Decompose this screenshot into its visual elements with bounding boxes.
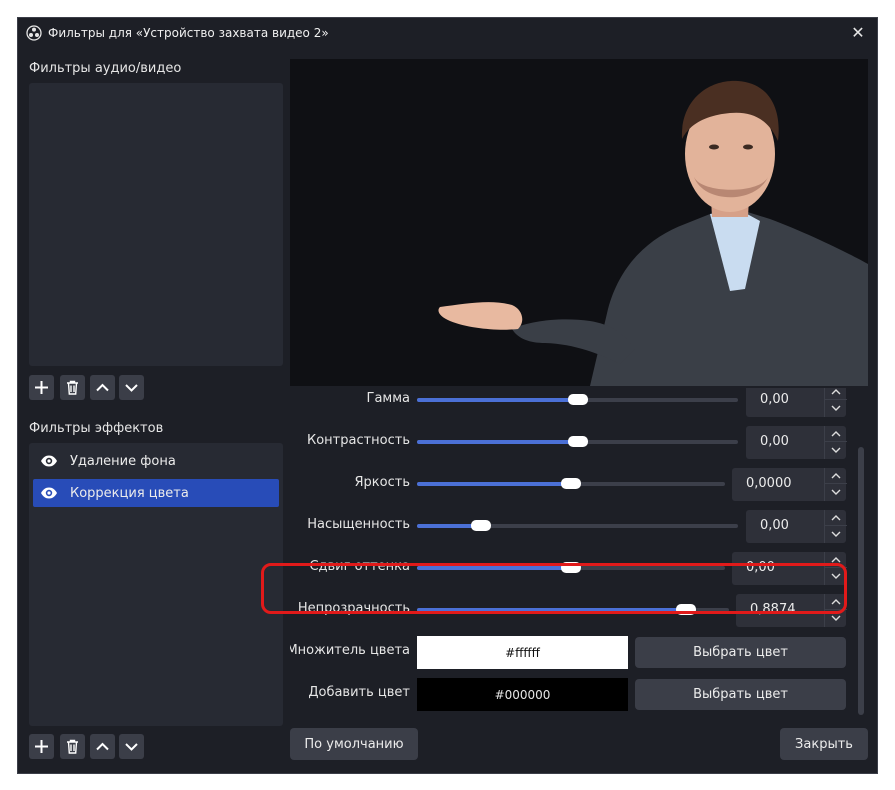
defaults-button[interactable]: По умолчанию <box>290 728 418 760</box>
decrement-button[interactable] <box>825 442 847 458</box>
hue-shift-slider[interactable] <box>417 558 725 576</box>
decrement-button[interactable] <box>825 610 847 626</box>
saturation-label: Насыщенность <box>307 517 410 532</box>
chevron-up-icon <box>831 515 841 521</box>
hue-shift-spinbox[interactable]: 0,00 <box>732 552 847 585</box>
chevron-down-icon <box>831 573 841 579</box>
window-title: Фильтры для «Устройство захвата видео 2» <box>48 26 329 40</box>
brightness-spinbox[interactable]: 0,0000 <box>732 468 847 501</box>
audio-video-filters-list[interactable] <box>29 83 283 366</box>
brightness-value[interactable]: 0,0000 <box>746 476 792 491</box>
saturation-slider[interactable] <box>417 516 738 534</box>
obs-logo-icon <box>26 25 42 41</box>
decrement-button[interactable] <box>825 526 847 542</box>
hue-shift-value[interactable]: 0,00 <box>746 560 775 575</box>
increment-button[interactable] <box>825 594 847 610</box>
gamma-value[interactable]: 0,00 <box>760 392 789 407</box>
hue-shift-label: Сдвиг оттенка <box>309 559 410 574</box>
add-audio-filter-button[interactable] <box>29 375 54 400</box>
properties-panel: Гамма Контрастность Яркость Насыщенность… <box>290 388 860 723</box>
chevron-up-icon <box>831 557 841 563</box>
chevron-down-icon <box>831 489 841 495</box>
remove-effect-filter-button[interactable] <box>60 734 85 759</box>
chevron-down-icon <box>125 743 138 751</box>
close-icon[interactable]: ✕ <box>847 22 869 44</box>
chevron-up-icon <box>831 599 841 605</box>
chevron-down-icon <box>831 405 841 411</box>
move-audio-filter-down-button[interactable] <box>119 375 144 400</box>
effect-filters-label: Фильтры эффектов <box>29 421 164 436</box>
trash-icon <box>67 380 78 395</box>
increment-button[interactable] <box>825 510 847 526</box>
chevron-down-icon <box>125 384 138 392</box>
slider-handle[interactable] <box>471 520 491 531</box>
color-multiplier-swatch: #ffffff <box>417 636 628 669</box>
color-multiplier-label: Множитель цвета <box>290 643 410 658</box>
properties-scrollbar[interactable] <box>857 394 865 716</box>
slider-handle[interactable] <box>561 478 581 489</box>
add-color-label: Добавить цвет <box>308 685 410 700</box>
slider-handle[interactable] <box>568 394 588 405</box>
audio-video-filters-label: Фильтры аудио/видео <box>29 61 182 76</box>
chevron-up-icon <box>831 389 841 395</box>
increment-button[interactable] <box>825 388 847 400</box>
remove-audio-filter-button[interactable] <box>60 375 85 400</box>
opacity-value[interactable]: 0,8874 <box>750 602 796 617</box>
chevron-down-icon <box>831 447 841 453</box>
chevron-up-icon <box>96 742 109 751</box>
title-bar: Фильтры для «Устройство захвата видео 2»… <box>18 18 877 49</box>
slider-handle[interactable] <box>676 604 696 615</box>
brightness-label: Яркость <box>354 475 410 490</box>
effect-filter-item-background-removal[interactable]: Удаление фона <box>33 447 279 475</box>
choose-multiplier-color-button[interactable]: Выбрать цвет <box>635 637 846 668</box>
contrast-spinbox[interactable]: 0,00 <box>746 426 847 459</box>
gamma-label: Гамма <box>366 391 410 406</box>
effect-filter-item-color-correction[interactable]: Коррекция цвета <box>33 479 279 507</box>
decrement-button[interactable] <box>825 400 847 416</box>
effect-filters-list: Удаление фона Коррекция цвета <box>29 443 283 726</box>
move-effect-filter-down-button[interactable] <box>119 734 144 759</box>
decrement-button[interactable] <box>825 568 847 584</box>
add-effect-filter-button[interactable] <box>29 734 54 759</box>
opacity-spinbox[interactable]: 0,8874 <box>736 594 847 627</box>
filters-window: Фильтры для «Устройство захвата видео 2»… <box>17 17 878 774</box>
increment-button[interactable] <box>825 552 847 568</box>
slider-handle[interactable] <box>568 436 588 447</box>
video-preview <box>290 59 868 386</box>
chevron-down-icon <box>831 531 841 537</box>
increment-button[interactable] <box>825 468 847 484</box>
close-button[interactable]: Закрыть <box>780 728 868 760</box>
contrast-value[interactable]: 0,00 <box>760 434 789 449</box>
opacity-label: Непрозрачность <box>297 601 410 616</box>
choose-add-color-button[interactable]: Выбрать цвет <box>635 679 846 710</box>
chevron-up-icon <box>831 431 841 437</box>
eye-icon[interactable] <box>40 484 58 502</box>
contrast-slider[interactable] <box>417 432 738 450</box>
presenter-preview-image <box>438 80 868 386</box>
saturation-value[interactable]: 0,00 <box>760 518 789 533</box>
effect-filter-label: Коррекция цвета <box>70 485 189 501</box>
plus-icon <box>35 740 48 753</box>
saturation-spinbox[interactable]: 0,00 <box>746 510 847 543</box>
scrollbar-thumb[interactable] <box>858 447 864 715</box>
gamma-slider[interactable] <box>417 390 738 408</box>
chevron-up-icon <box>96 383 109 392</box>
opacity-slider[interactable] <box>417 600 729 618</box>
trash-icon <box>67 739 78 754</box>
plus-icon <box>35 381 48 394</box>
chevron-up-icon <box>831 473 841 479</box>
brightness-slider[interactable] <box>417 474 725 492</box>
contrast-label: Контрастность <box>306 433 410 448</box>
increment-button[interactable] <box>825 426 847 442</box>
effect-filter-label: Удаление фона <box>70 453 176 469</box>
eye-icon[interactable] <box>40 452 58 470</box>
chevron-down-icon <box>831 615 841 621</box>
decrement-button[interactable] <box>825 484 847 500</box>
add-color-swatch: #000000 <box>417 678 628 711</box>
slider-handle[interactable] <box>561 562 581 573</box>
move-audio-filter-up-button[interactable] <box>90 375 115 400</box>
move-effect-filter-up-button[interactable] <box>90 734 115 759</box>
gamma-spinbox[interactable]: 0,00 <box>746 388 847 417</box>
